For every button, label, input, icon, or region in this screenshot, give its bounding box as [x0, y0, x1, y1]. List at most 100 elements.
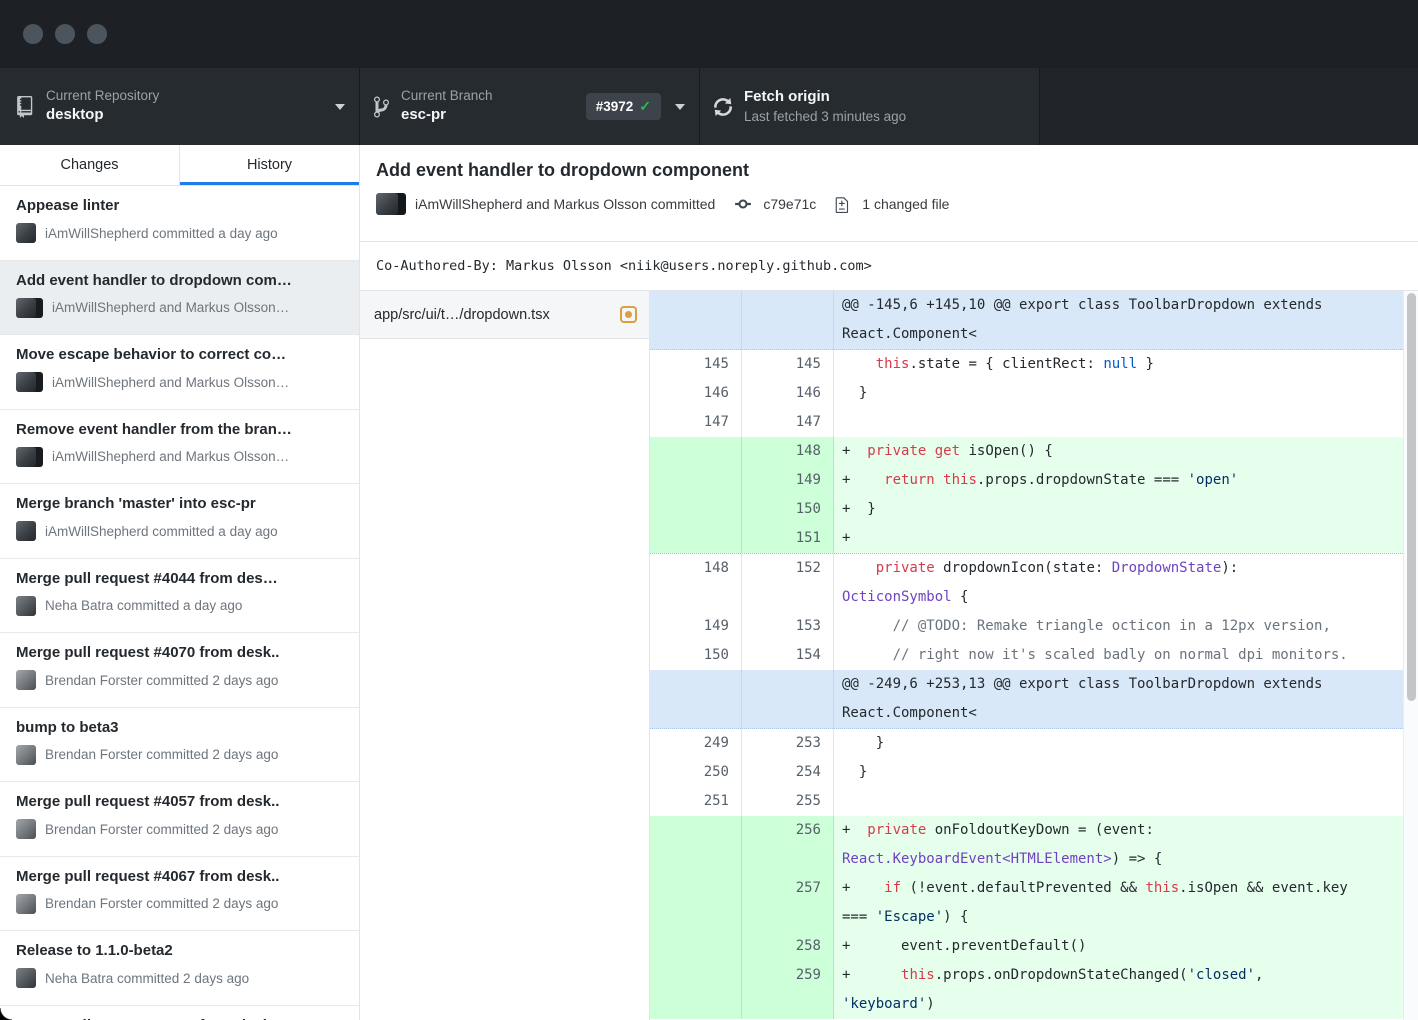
- commit-item-meta-text: Brendan Forster committed 2 days ago: [45, 896, 278, 911]
- commit-list-item[interactable]: Merge pull request #4067 from desk.. Bren…: [0, 857, 359, 932]
- commit-item-meta-text: iAmWillShepherd and Markus Olsson…: [52, 375, 289, 390]
- diff-row: 147147: [650, 408, 1403, 437]
- commit-item-meta: Brendan Forster committed 2 days ago: [16, 745, 345, 765]
- window-corner: [0, 1008, 12, 1020]
- diff-code-line: // @TODO: Remake triangle octicon in a 1…: [834, 612, 1403, 641]
- sidebar-tabs: Changes History: [0, 145, 359, 186]
- diff-row: 150154 // right now it's scaled badly on…: [650, 641, 1403, 670]
- pr-number: #3972: [596, 99, 634, 114]
- diff-code-line: + this.props.onDropdownStateChanged('clo…: [834, 961, 1403, 1019]
- commit-list-item[interactable]: Appease linteriAmWillShepherd committed …: [0, 186, 359, 261]
- commit-list-item[interactable]: Merge pull request #4044 from des…Neha B…: [0, 559, 359, 634]
- diff-line-number-new: 259: [742, 961, 834, 1019]
- diff-line-number-new: 258: [742, 932, 834, 961]
- pr-number-badge[interactable]: #3972 ✓: [586, 93, 661, 120]
- commit-list-item[interactable]: Remove event handler from the bran…iAmWi…: [0, 410, 359, 485]
- diff-line-number-old: [650, 961, 742, 1019]
- commit-list-item[interactable]: Add event handler to dropdown com…iAmWil…: [0, 261, 359, 336]
- file-row[interactable]: app/src/ui/t…/dropdown.tsx: [360, 291, 649, 339]
- diff-line-number-old: 149: [650, 612, 742, 641]
- diff-code-line: +: [834, 524, 1403, 553]
- repository-switcher-button[interactable]: Current Repository desktop: [0, 68, 360, 145]
- branch-name: esc-pr: [401, 105, 493, 125]
- diff-code-line: + if (!event.defaultPrevented && this.is…: [834, 874, 1403, 932]
- commit-list-item[interactable]: bump to beta3 Brendan Forster committed 2…: [0, 708, 359, 783]
- hunk-gutter-old: [650, 291, 742, 349]
- diff-container: app/src/ui/t…/dropdown.tsx @@ -145,6 +14…: [360, 290, 1418, 1020]
- fetch-origin-button[interactable]: Fetch origin Last fetched 3 minutes ago: [700, 68, 1040, 145]
- hunk-gutter-new: [742, 670, 834, 728]
- avatar: [16, 894, 36, 914]
- commit-list-item[interactable]: Move escape behavior to correct co… iAmWi…: [0, 335, 359, 410]
- commit-list-item[interactable]: Merge pull request #4053 from desk..: [0, 1006, 359, 1020]
- diff-line-number-old: [650, 437, 742, 466]
- diff-row: 258+ event.preventDefault(): [650, 932, 1403, 961]
- avatar: [16, 372, 36, 392]
- commit-list-item[interactable]: Merge pull request #4070 from desk..Bren…: [0, 633, 359, 708]
- scrollbar[interactable]: [1403, 291, 1418, 1020]
- diff-line-number-old: [650, 466, 742, 495]
- fetch-subtitle: Last fetched 3 minutes ago: [744, 108, 906, 126]
- avatar: [16, 521, 36, 541]
- commit-item-meta-text: Brendan Forster committed 2 days ago: [45, 822, 278, 837]
- commit-item-title: Merge pull request #4067 from desk..: [16, 868, 345, 885]
- commit-item-meta-text: iAmWillShepherd committed a day ago: [45, 524, 278, 539]
- commit-detail-panel: Add event handler to dropdown component …: [360, 145, 1418, 1020]
- diff-line-number-old: 249: [650, 729, 742, 758]
- commit-list-item[interactable]: Release to 1.1.0-beta2Neha Batra committ…: [0, 931, 359, 1006]
- diff-line-number-old: [650, 524, 742, 553]
- avatar: [16, 298, 43, 318]
- commit-item-title: Merge pull request #4070 from desk..: [16, 644, 345, 661]
- check-icon: ✓: [639, 98, 651, 115]
- scrollbar-thumb[interactable]: [1407, 293, 1416, 701]
- diff-line-number-old: [650, 932, 742, 961]
- commit-item-meta: iAmWillShepherd and Markus Olsson…: [16, 447, 345, 467]
- window-minimize-button[interactable]: [55, 24, 75, 44]
- avatar: [16, 372, 43, 392]
- chevron-down-icon: [335, 104, 345, 110]
- window-close-button[interactable]: [23, 24, 43, 44]
- branch-switcher-button[interactable]: Current Branch esc-pr #3972 ✓: [360, 68, 700, 145]
- avatar: [16, 223, 36, 243]
- diff-line-number-new: 147: [742, 408, 834, 437]
- diff-line-number-new: 152: [742, 554, 834, 612]
- diff-code-line: }: [834, 379, 1403, 408]
- diff-line-number-new: 149: [742, 466, 834, 495]
- avatar: [16, 298, 36, 318]
- commit-list-item[interactable]: Merge branch 'master' into esc-pr iAmWill…: [0, 484, 359, 559]
- tab-history[interactable]: History: [179, 145, 359, 185]
- diff-row: 251255: [650, 787, 1403, 816]
- commit-item-title: Merge branch 'master' into esc-pr: [16, 495, 345, 512]
- git-commit-icon: [734, 195, 752, 213]
- window-zoom-button[interactable]: [87, 24, 107, 44]
- tab-label: History: [247, 157, 292, 173]
- diff-line-number-new: 254: [742, 758, 834, 787]
- diff-file-icon: [835, 195, 851, 213]
- commit-item-title: Move escape behavior to correct co…: [16, 346, 345, 363]
- avatar: [16, 670, 36, 690]
- commit-item-meta: Brendan Forster committed 2 days ago: [16, 894, 345, 914]
- pair-avatar: [376, 193, 406, 215]
- repository-name: desktop: [46, 105, 159, 125]
- commit-item-meta: iAmWillShepherd committed a day ago: [16, 521, 345, 541]
- tab-changes[interactable]: Changes: [0, 145, 179, 185]
- chevron-down-icon: [675, 104, 685, 110]
- diff-row: 149153 // @TODO: Remake triangle octicon…: [650, 612, 1403, 641]
- commit-item-title: bump to beta3: [16, 719, 345, 736]
- commit-item-title: Merge pull request #4053 from desk..: [16, 1017, 345, 1020]
- diff-line-number-new: 154: [742, 641, 834, 670]
- sidebar: Changes History Appease linteriAmWillShep…: [0, 145, 360, 1020]
- diff-line-number-old: 146: [650, 379, 742, 408]
- repository-label: Current Repository: [46, 87, 159, 105]
- git-branch-icon: [374, 95, 389, 119]
- diff-line-number-old: 147: [650, 408, 742, 437]
- diff-row: 151+: [650, 524, 1403, 554]
- commit-list-item[interactable]: Merge pull request #4057 from desk..Bren…: [0, 782, 359, 857]
- diff-line-number-old: 145: [650, 350, 742, 379]
- hunk-header-text: @@ -145,6 +145,10 @@ export class Toolba…: [834, 291, 1403, 349]
- repo-icon: [14, 96, 34, 118]
- commit-description: Co-Authored-By: Markus Olsson <niik@user…: [360, 241, 1418, 290]
- diff-line-number-old: 148: [650, 554, 742, 612]
- avatar: [16, 968, 36, 988]
- diff-row: 250254 }: [650, 758, 1403, 787]
